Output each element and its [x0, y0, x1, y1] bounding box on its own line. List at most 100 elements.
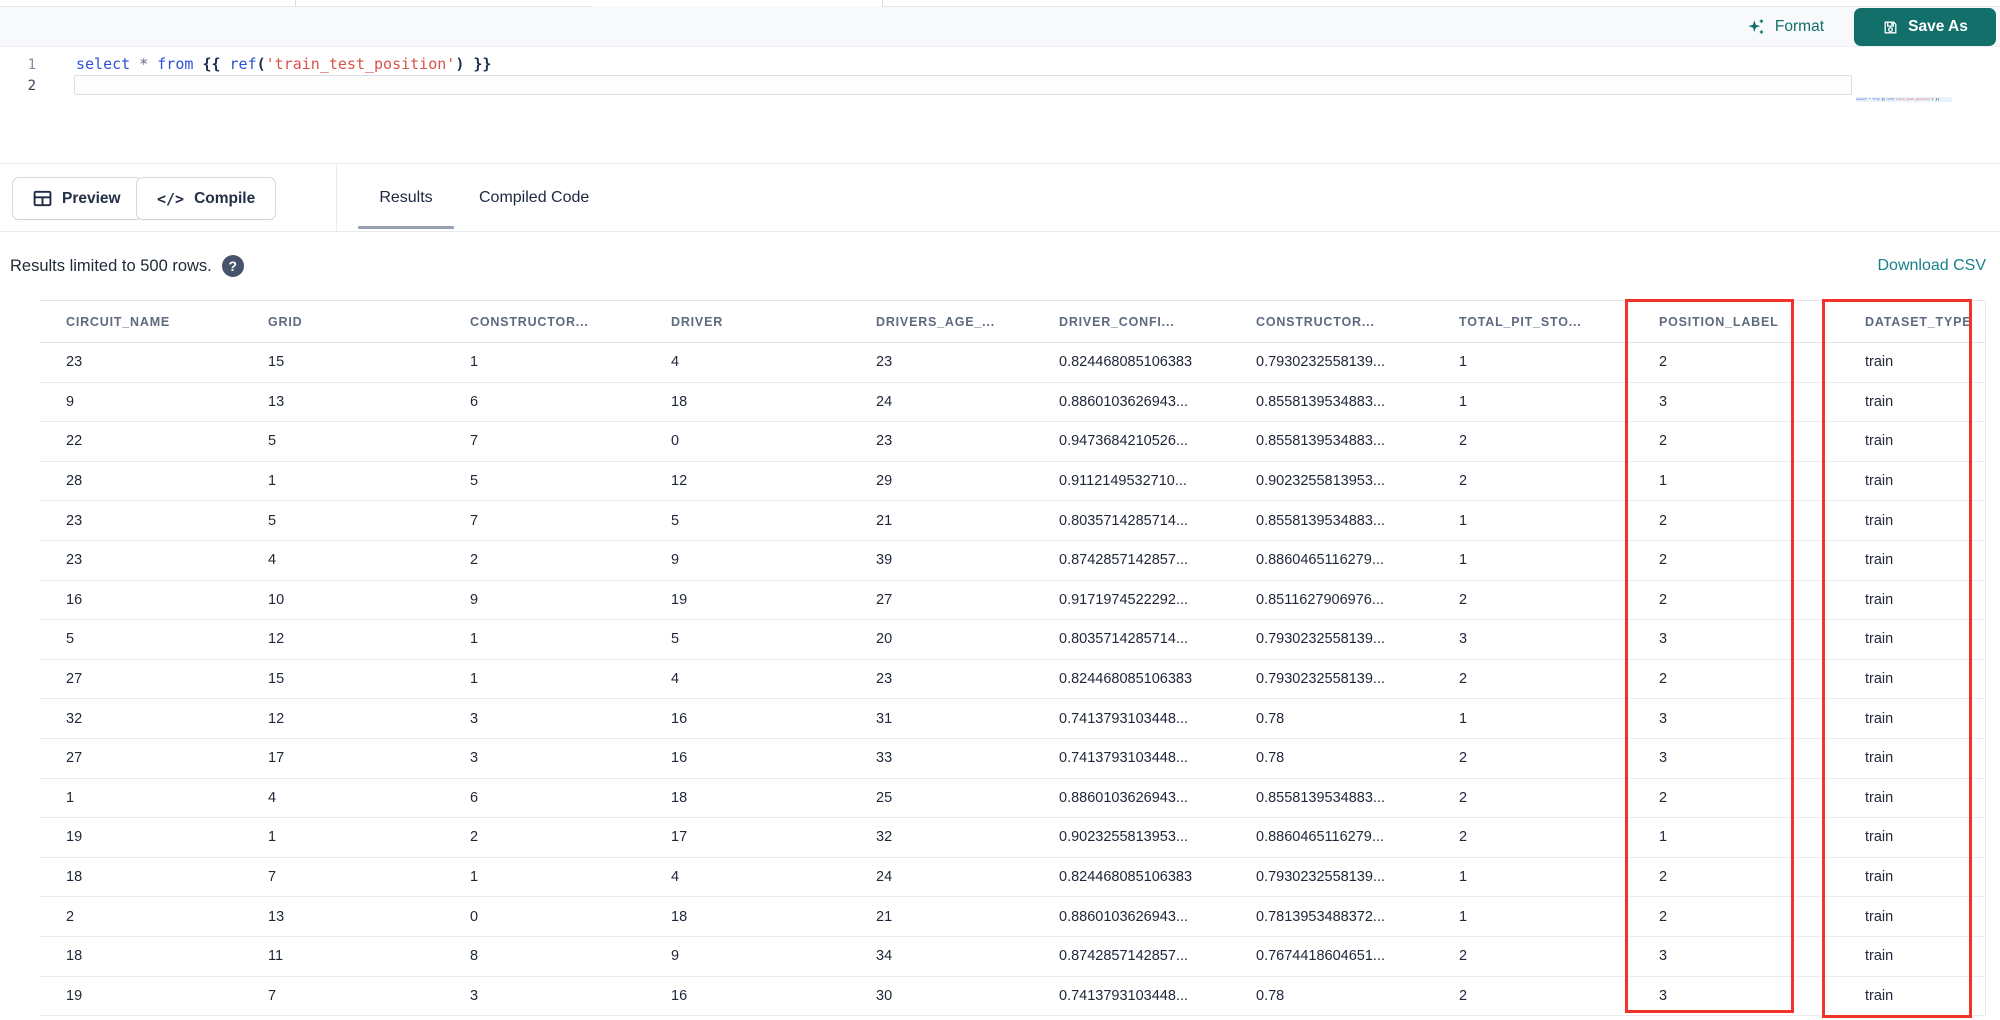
- table-cell: 1: [444, 857, 645, 898]
- table-cell: train: [1839, 976, 1985, 1017]
- table-cell: 27: [40, 659, 242, 700]
- row-limit-text: Results limited to 500 rows.: [10, 256, 212, 275]
- table-cell: 17: [645, 817, 850, 858]
- table-cell: train: [1839, 619, 1985, 660]
- table-cell: 1: [1633, 817, 1839, 858]
- table-cell: 2: [1633, 857, 1839, 898]
- table-cell: 28: [40, 461, 242, 502]
- compile-label: Compile: [194, 189, 256, 207]
- table-cell: 2: [1633, 659, 1839, 700]
- column-header: CONSTRUCTOR...: [444, 300, 645, 343]
- table-cell: 32: [40, 698, 242, 739]
- tab-results[interactable]: Results: [358, 164, 454, 232]
- table-cell: 1: [242, 461, 444, 502]
- column-header: DATASET_TYPE: [1839, 300, 1985, 343]
- table-cell: 1: [1433, 540, 1633, 581]
- table-cell: 20: [850, 619, 1033, 660]
- table-cell: train: [1839, 659, 1985, 700]
- table-cell: 32: [850, 817, 1033, 858]
- table-cell: 29: [850, 461, 1033, 502]
- table-icon: [33, 190, 52, 207]
- table-row: 5 12 1 5 20 0.8035714285714... 0.7930232558139…: [40, 619, 1985, 660]
- tab-results-label: Results: [379, 189, 433, 206]
- table-cell: 4: [645, 659, 850, 700]
- table-cell: 0: [444, 896, 645, 937]
- column-header: TOTAL_PIT_STO...: [1433, 300, 1633, 343]
- table-cell: 0.78: [1230, 976, 1433, 1017]
- sparkles-icon: [1746, 17, 1766, 37]
- table-cell: train: [1839, 936, 1985, 977]
- editor-minimap[interactable]: select * from {{ ref('train_test_positio…: [1856, 97, 1952, 155]
- table-cell: 5: [444, 461, 645, 502]
- table-cell: 5: [40, 619, 242, 660]
- table-cell: 12: [242, 698, 444, 739]
- results-info-bar: Results limited to 500 rows. ? Download …: [0, 232, 2000, 300]
- sql-editor[interactable]: 1 select * from {{ ref('train_test_positi…: [0, 47, 2000, 163]
- table-row: 27 17 3 16 33 0.7413793103448... 0.78 2 3 train: [40, 738, 1985, 779]
- table-cell: 16: [40, 580, 242, 621]
- table-cell: 2: [1433, 976, 1633, 1017]
- table-cell: 16: [645, 976, 850, 1017]
- table-cell: 24: [850, 857, 1033, 898]
- table-cell: 27: [40, 738, 242, 779]
- table-cell: 15: [242, 342, 444, 383]
- table-cell: 0.8860465116279...: [1230, 540, 1433, 581]
- table-cell: 0.824468085106383: [1033, 342, 1230, 383]
- table-cell: 1: [444, 659, 645, 700]
- table-cell: 23: [850, 342, 1033, 383]
- table-row: 28 1 5 12 29 0.9112149532710... 0.902325581395…: [40, 461, 1985, 502]
- save-icon: [1882, 19, 1899, 36]
- table-cell: train: [1839, 540, 1985, 581]
- table-cell: 1: [1433, 857, 1633, 898]
- code-token: ref: [229, 55, 257, 73]
- table-cell: 9: [645, 540, 850, 581]
- table-cell: 6: [444, 382, 645, 423]
- compile-button[interactable]: </> Compile: [136, 177, 277, 220]
- code-token: (: [256, 55, 266, 73]
- table-row: 18 11 8 9 34 0.8742857142857... 0.767441860465…: [40, 936, 1985, 977]
- save-as-button[interactable]: Save As: [1854, 8, 1996, 46]
- table-cell: 0.9473684210526...: [1033, 421, 1230, 462]
- table-cell: 2: [1633, 342, 1839, 383]
- table-cell: train: [1839, 461, 1985, 502]
- help-icon[interactable]: ?: [221, 255, 244, 277]
- table-cell: train: [1839, 738, 1985, 779]
- format-label: Format: [1774, 18, 1824, 35]
- line-number: 1: [27, 57, 36, 73]
- table-cell: 27: [850, 580, 1033, 621]
- table-cell: 2: [1433, 817, 1633, 858]
- column-header: DRIVER: [645, 300, 850, 343]
- table-cell: 12: [242, 619, 444, 660]
- tab-divider: [882, 0, 883, 7]
- table-cell: 7: [242, 976, 444, 1017]
- table-cell: 1: [40, 778, 242, 819]
- table-cell: 19: [40, 817, 242, 858]
- preview-button[interactable]: Preview: [12, 177, 142, 220]
- download-csv-link[interactable]: Download CSV: [1878, 232, 1987, 300]
- table-row: 19 1 2 17 32 0.9023255813953... 0.886046511627…: [40, 817, 1985, 858]
- table-cell: 2: [1433, 461, 1633, 502]
- table-cell: 30: [850, 976, 1033, 1017]
- tab-compiled-code[interactable]: Compiled Code: [479, 164, 589, 232]
- table-cell: 0.7813953488372...: [1230, 896, 1433, 937]
- table-row: 32 12 3 16 31 0.7413793103448... 0.78 1 3 train: [40, 698, 1985, 739]
- format-button[interactable]: Format: [1746, 9, 1824, 45]
- table-cell: 18: [40, 857, 242, 898]
- preview-label: Preview: [62, 189, 121, 207]
- table-cell: 2: [1433, 421, 1633, 462]
- row-limit-notice: Results limited to 500 rows. ?: [10, 232, 244, 300]
- table-cell: 3: [1633, 738, 1839, 779]
- table-cell: 12: [645, 461, 850, 502]
- table-cell: train: [1839, 778, 1985, 819]
- table-cell: 23: [40, 342, 242, 383]
- table-cell: 2: [1433, 659, 1633, 700]
- table-cell: 0.824468085106383: [1033, 659, 1230, 700]
- table-cell: 0.8860465116279...: [1230, 817, 1433, 858]
- table-cell: 18: [645, 896, 850, 937]
- column-header: DRIVERS_AGE_...: [850, 300, 1033, 343]
- table-cell: 23: [850, 659, 1033, 700]
- table-cell: 1: [444, 342, 645, 383]
- code-text: select * from {{ ref('train_test_positio…: [44, 55, 491, 73]
- table-cell: 19: [645, 580, 850, 621]
